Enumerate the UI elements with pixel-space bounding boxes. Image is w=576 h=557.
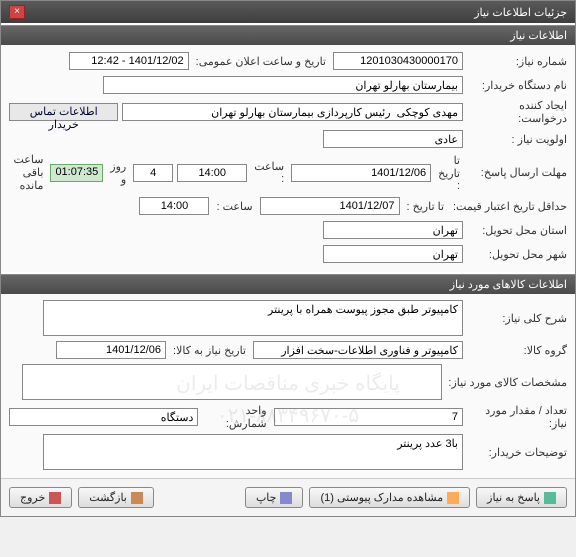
print-button-label: چاپ <box>256 491 277 504</box>
attachments-button[interactable]: مشاهده مدارک پیوستی (1) <box>309 487 470 508</box>
city-label: شهر محل تحویل: <box>467 248 567 261</box>
quantity-label: تعداد / مقدار مورد نیاز: <box>467 404 567 430</box>
window: جزئیات اطلاعات نیاز × اطلاعات نیاز شماره… <box>0 0 576 517</box>
remaining-label: ساعت باقی مانده <box>9 153 46 192</box>
need-date-label: تاریخ نیاز به کالا: <box>170 344 249 357</box>
city-field[interactable] <box>323 245 463 263</box>
respond-button[interactable]: پاسخ به نیاز <box>476 487 567 508</box>
quantity-field[interactable] <box>274 408 463 426</box>
spec-field[interactable] <box>22 364 442 400</box>
respond-icon <box>544 492 556 504</box>
close-icon[interactable]: × <box>9 5 25 19</box>
section-goods-header: اطلاعات کالاهای مورد نیاز <box>1 274 575 294</box>
validity-time-field[interactable] <box>139 197 209 215</box>
buyer-note-label: توضیحات خریدار: <box>467 446 567 459</box>
section-need-header: اطلاعات نیاز <box>1 25 575 45</box>
need-number-label: شماره نیاز: <box>467 55 567 68</box>
announce-datetime-field[interactable] <box>69 52 189 70</box>
group-field[interactable] <box>253 341 463 359</box>
announce-datetime-label: تاریخ و ساعت اعلان عمومی: <box>193 55 329 68</box>
requester-field[interactable] <box>122 103 463 121</box>
validity-date-field[interactable] <box>260 197 400 215</box>
exit-button[interactable]: خروج <box>9 487 72 508</box>
spec-label: مشخصات کالای مورد نیاز: <box>446 376 567 389</box>
remaining-timer: 01:07:35 <box>50 164 103 182</box>
need-form: شماره نیاز: تاریخ و ساعت اعلان عمومی: نا… <box>1 45 575 272</box>
remaining-days-field[interactable] <box>133 164 173 182</box>
attachment-icon <box>447 492 459 504</box>
respond-button-label: پاسخ به نیاز <box>487 491 540 504</box>
exit-icon <box>49 492 61 504</box>
print-icon <box>280 492 292 504</box>
buyer-note-field[interactable]: با3 عدد پرینتر <box>43 434 463 470</box>
titlebar: جزئیات اطلاعات نیاز × <box>1 1 575 23</box>
attachments-button-label: مشاهده مدارک پیوستی (1) <box>320 491 443 504</box>
validity-label: حداقل تاریخ اعتبار قیمت: <box>451 200 567 213</box>
deadline-label: مهلت ارسال پاسخ: <box>467 166 567 179</box>
to-date-label: تا تاریخ : <box>435 154 463 192</box>
requester-label: ایجاد کننده درخواست: <box>467 99 567 125</box>
deadline-date-field[interactable] <box>291 164 431 182</box>
province-field[interactable] <box>323 221 463 239</box>
description-field[interactable]: کامپیوتر طبق مجوز پیوست همراه با پرینتر <box>43 300 463 336</box>
deadline-time-field[interactable] <box>177 164 247 182</box>
description-label: شرح کلی نیاز: <box>467 312 567 325</box>
buyer-label: نام دستگاه خریدار: <box>467 79 567 92</box>
validity-time-label: ساعت : <box>213 200 255 213</box>
back-button[interactable]: بازگشت <box>78 487 154 508</box>
buyer-contact-button[interactable]: اطلاعات تماس خریدار <box>9 103 118 121</box>
print-button[interactable]: چاپ <box>245 487 304 508</box>
exit-button-label: خروج <box>20 491 45 504</box>
deadline-time-label: ساعت : <box>251 160 287 185</box>
button-bar: پاسخ به نیاز مشاهده مدارک پیوستی (1) چاپ… <box>1 478 575 516</box>
province-label: استان محل تحویل: <box>467 224 567 237</box>
need-date-field[interactable] <box>56 341 166 359</box>
validity-to-date-label: تا تاریخ : <box>404 200 447 213</box>
back-button-label: بازگشت <box>89 491 127 504</box>
priority-field[interactable] <box>323 130 463 148</box>
back-icon <box>131 492 143 504</box>
unit-label: واحد شمارش: <box>202 404 269 430</box>
need-number-field[interactable] <box>333 52 463 70</box>
group-label: گروه کالا: <box>467 344 567 357</box>
buyer-field[interactable] <box>103 76 463 94</box>
spacer <box>160 487 239 508</box>
days-and-label: روز و <box>107 160 129 186</box>
goods-form: پایگاه خبری مناقصات ایران ۰۲۱-۸۸۳۴۹۶۷۰-۵… <box>1 294 575 478</box>
priority-label: اولویت نیاز : <box>467 133 567 146</box>
unit-field[interactable] <box>9 408 198 426</box>
window-title: جزئیات اطلاعات نیاز <box>474 6 567 19</box>
